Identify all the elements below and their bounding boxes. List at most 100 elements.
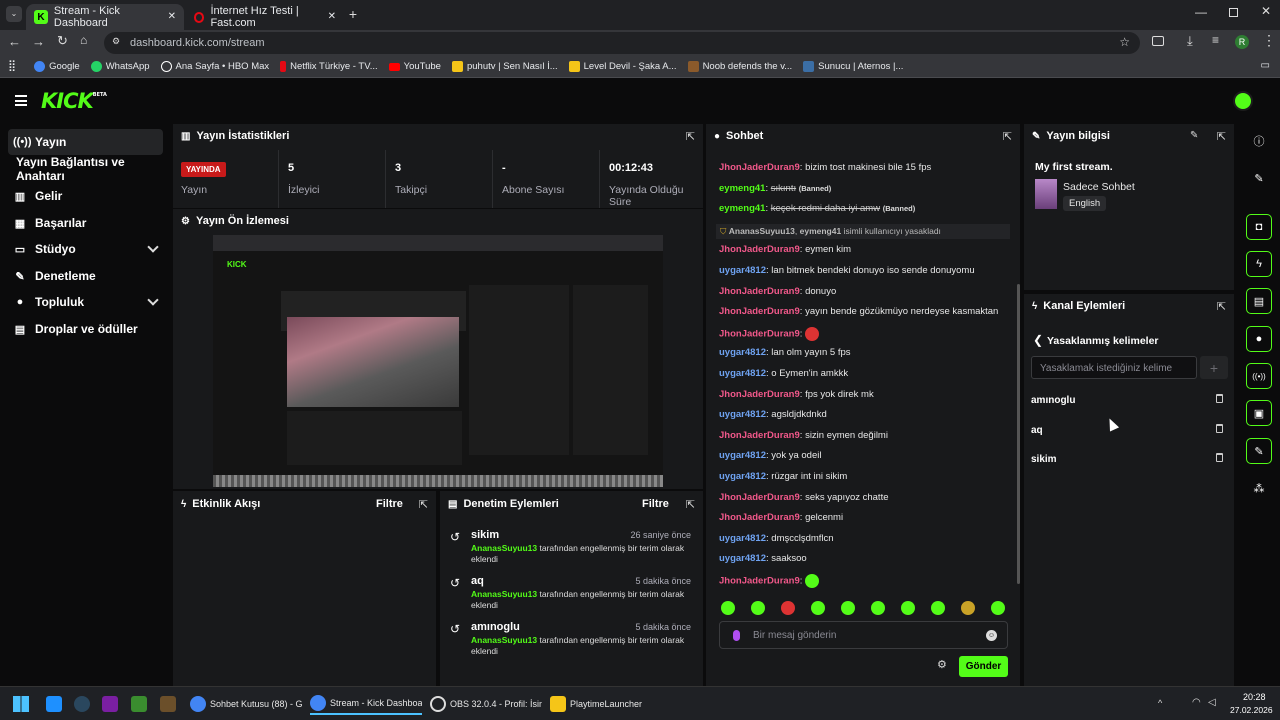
taskbar-app-explorer[interactable] bbox=[46, 693, 62, 715]
windows-start-icon[interactable] bbox=[13, 696, 29, 712]
emote-icon[interactable] bbox=[931, 601, 945, 615]
microphone-icon[interactable] bbox=[733, 630, 740, 641]
edit-icon[interactable]: ✎ bbox=[1190, 131, 1198, 141]
hamburger-icon[interactable] bbox=[15, 95, 27, 106]
clock-date[interactable]: 27.02.2026 bbox=[1230, 705, 1273, 715]
new-tab-button[interactable]: + bbox=[346, 7, 360, 21]
stream-preview-video[interactable]: KICK bbox=[213, 235, 663, 487]
emote-icon[interactable] bbox=[901, 601, 915, 615]
chat-username[interactable]: JhonJaderDuran9 bbox=[719, 492, 800, 503]
popout-icon[interactable]: ⇱ bbox=[1003, 130, 1012, 143]
forward-icon[interactable]: → bbox=[32, 35, 45, 48]
broadcast-icon[interactable]: ((•)) bbox=[1246, 363, 1272, 389]
sidebar-item-stream-key[interactable]: Yayın Bağlantısı ve Anahtarı bbox=[16, 155, 170, 183]
document-icon[interactable]: ▤ bbox=[1246, 288, 1272, 314]
emote-icon[interactable] bbox=[721, 601, 735, 615]
chat-username[interactable]: JhonJaderDuran9 bbox=[719, 512, 800, 523]
chat-username[interactable]: uygar4812 bbox=[719, 265, 766, 276]
chat-username[interactable]: uygar4812 bbox=[719, 533, 766, 544]
menu-icon[interactable]: ⋮ bbox=[1262, 33, 1276, 47]
bookmark-whatsapp[interactable]: WhatsApp bbox=[90, 61, 150, 72]
taskbar-app-steam[interactable] bbox=[74, 693, 90, 715]
chat-settings-icon[interactable]: ⚙ bbox=[937, 660, 947, 671]
banned-word-input[interactable]: Yasaklamak istediğiniz kelime bbox=[1031, 356, 1197, 379]
chat-username[interactable]: JhonJaderDuran9 bbox=[719, 328, 800, 339]
network-icon[interactable]: ◠ bbox=[1192, 697, 1201, 708]
trash-icon[interactable] bbox=[1216, 394, 1223, 403]
tab-search-button[interactable]: ⌄ bbox=[6, 6, 22, 22]
emote-icon[interactable] bbox=[811, 601, 825, 615]
reload-icon[interactable]: ↻ bbox=[57, 34, 68, 47]
bookmark-aternos[interactable]: Sunucu | Aternos |... bbox=[803, 61, 903, 72]
chat-username[interactable]: uygar4812 bbox=[719, 368, 766, 379]
bookmark-star-icon[interactable]: ☆ bbox=[1119, 36, 1130, 48]
chat-username[interactable]: JhonJaderDuran9 bbox=[719, 244, 800, 255]
chat-username[interactable]: uygar4812 bbox=[719, 347, 766, 358]
bookmark-youtube[interactable]: YouTube bbox=[388, 61, 441, 72]
close-window-button[interactable]: ✕ bbox=[1261, 5, 1271, 17]
bookmark-google[interactable]: Google bbox=[34, 61, 80, 72]
taskbar-app-playtime[interactable]: PlaytimeLauncher bbox=[550, 693, 642, 715]
popout-icon[interactable]: ⇱ bbox=[686, 130, 695, 143]
chat-username[interactable]: uygar4812 bbox=[719, 553, 766, 564]
emote-icon[interactable] bbox=[961, 601, 975, 615]
emote-icon[interactable] bbox=[751, 601, 765, 615]
download-icon[interactable]: ⤓ bbox=[1187, 34, 1193, 47]
chat-username[interactable]: JhonJaderDuran9 bbox=[719, 286, 800, 297]
undo-icon[interactable]: ↺ bbox=[450, 577, 460, 589]
kick-logo[interactable]: KICKBETA bbox=[41, 89, 107, 113]
back-arrow-icon[interactable]: ❮ bbox=[1033, 334, 1043, 346]
activity-icon[interactable]: ▣ bbox=[1246, 400, 1272, 426]
taskbar-app-minecraft[interactable] bbox=[131, 693, 147, 715]
media-icon[interactable]: ≡ bbox=[1212, 34, 1219, 46]
undo-icon[interactable]: ↺ bbox=[450, 623, 460, 635]
chat-input-box[interactable]: Bir mesaj gönderin ☺ bbox=[719, 621, 1008, 649]
back-icon[interactable]: ← bbox=[8, 35, 21, 48]
bookmark-level-devil[interactable]: Level Devil - Şaka A... bbox=[568, 61, 677, 72]
tab-kick-dashboard[interactable]: K Stream - Kick Dashboard ✕ bbox=[26, 4, 184, 30]
popout-icon[interactable]: ⇱ bbox=[1217, 300, 1226, 313]
close-icon[interactable]: ✕ bbox=[168, 12, 176, 22]
info-icon[interactable]: ⓘ bbox=[1246, 128, 1272, 154]
tray-chevron-icon[interactable]: ^ bbox=[1158, 698, 1162, 708]
emote-icon[interactable] bbox=[841, 601, 855, 615]
sidebar-item-studyo[interactable]: ▭ Stüdyo bbox=[8, 236, 163, 262]
settings-icon[interactable]: ⁂ bbox=[1246, 475, 1272, 501]
chat-username[interactable]: JhonJaderDuran9 bbox=[719, 430, 800, 441]
minimize-button[interactable]: — bbox=[1195, 6, 1207, 18]
filter-button[interactable]: Filtre bbox=[376, 498, 403, 510]
emote-icon[interactable] bbox=[781, 601, 795, 615]
popout-icon[interactable]: ⇱ bbox=[1217, 130, 1226, 143]
undo-icon[interactable]: ↺ bbox=[450, 531, 460, 543]
emoji-icon[interactable]: ☺ bbox=[986, 630, 997, 641]
tab-fast-com[interactable]: İnternet Hız Testi | Fast.com ✕ bbox=[186, 4, 344, 30]
chat-username[interactable]: eymeng41 bbox=[719, 203, 765, 214]
emote-icon[interactable] bbox=[871, 601, 885, 615]
taskbar-app-obs[interactable]: OBS 32.0.4 - Profil: İsimi... bbox=[430, 693, 542, 715]
url-field[interactable]: ⚙ dashboard.kick.com/stream ☆ bbox=[104, 32, 1140, 54]
cast-icon[interactable] bbox=[1152, 36, 1164, 46]
lightning-icon[interactable]: ϟ bbox=[1246, 251, 1272, 277]
add-word-button[interactable]: + bbox=[1200, 356, 1228, 379]
filter-button[interactable]: Filtre bbox=[642, 498, 669, 510]
send-button[interactable]: Gönder bbox=[959, 656, 1008, 677]
profile-avatar[interactable]: R bbox=[1235, 35, 1249, 49]
popout-icon[interactable]: ⇱ bbox=[419, 498, 428, 511]
close-icon[interactable]: ✕ bbox=[328, 12, 336, 22]
taskbar-app-kick[interactable] bbox=[102, 693, 118, 715]
apps-icon[interactable]: ⣿ bbox=[8, 61, 16, 72]
chat-username[interactable]: JhonJaderDuran9 bbox=[719, 162, 800, 173]
edit-icon[interactable]: ✎ bbox=[1246, 165, 1272, 191]
sidebar-item-topluluk[interactable]: ● Topluluk bbox=[8, 289, 163, 315]
chat-username[interactable]: eymeng41 bbox=[719, 183, 765, 194]
sidebar-item-droplar[interactable]: ▤ Droplar ve ödüller bbox=[8, 316, 163, 342]
bookmark-hbo[interactable]: Ana Sayfa • HBO Max bbox=[160, 61, 269, 72]
trash-icon[interactable] bbox=[1216, 453, 1223, 462]
clock-time[interactable]: 20:28 bbox=[1243, 692, 1266, 702]
user-avatar[interactable] bbox=[1233, 91, 1253, 111]
wrench-icon[interactable]: ✎ bbox=[1246, 438, 1272, 464]
bookmark-netflix[interactable]: Netflix Türkiye - TV... bbox=[280, 61, 378, 72]
preview-icon[interactable]: ◘ bbox=[1246, 214, 1272, 240]
restore-button[interactable] bbox=[1229, 8, 1238, 17]
taskbar-app-craft[interactable] bbox=[160, 693, 176, 715]
